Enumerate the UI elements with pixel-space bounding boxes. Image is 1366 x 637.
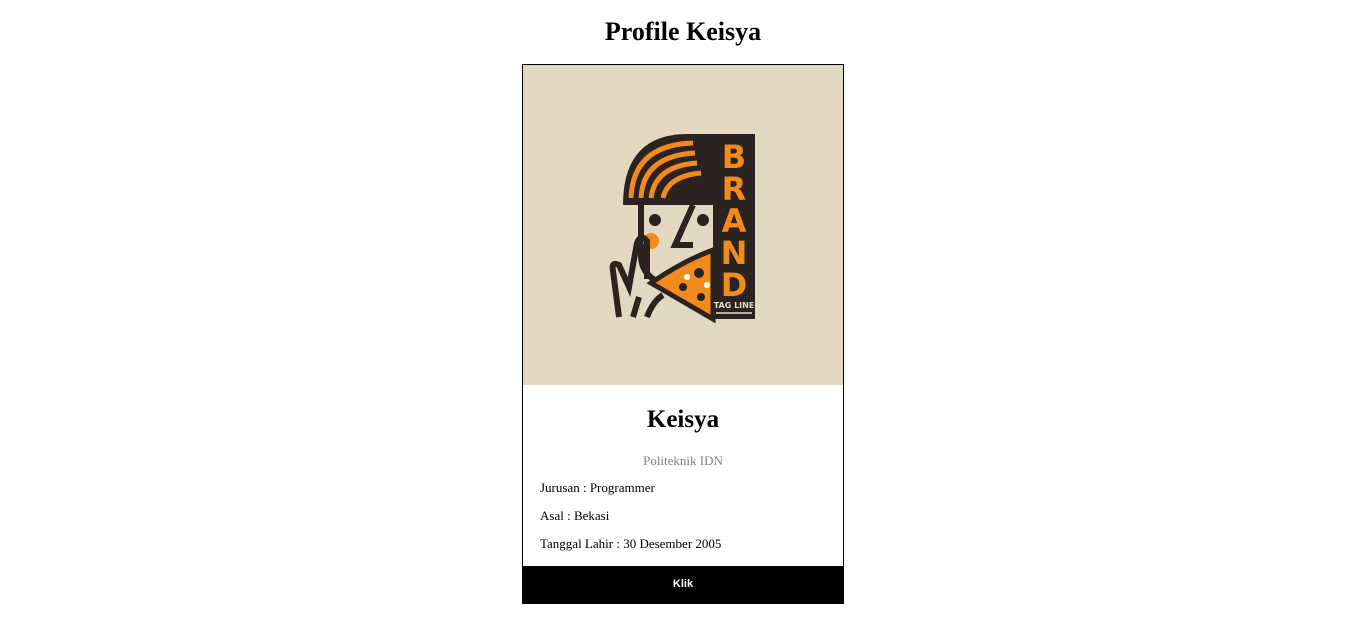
brand-letter-d: D xyxy=(721,266,748,304)
brand-tagline: TAG LINE xyxy=(714,301,755,310)
profile-image: B R A N D TAG LINE xyxy=(523,65,843,385)
profile-card: B R A N D TAG LINE Keisya Politeknik IDN… xyxy=(522,64,844,604)
profile-school: Politeknik IDN xyxy=(643,453,723,468)
profile-name: Keisya xyxy=(646,406,720,433)
profile-birthdate: Tanggal Lahir : 30 Desember 2005 xyxy=(540,536,722,551)
profile-origin: Asal : Bekasi xyxy=(540,508,610,523)
page-title: Profile Keisya xyxy=(604,17,762,46)
profile-major: Jurusan : Programmer xyxy=(540,480,655,495)
klik-button[interactable]: Klik xyxy=(523,566,843,603)
brand-logo-icon: B R A N D TAG LINE xyxy=(609,134,755,324)
